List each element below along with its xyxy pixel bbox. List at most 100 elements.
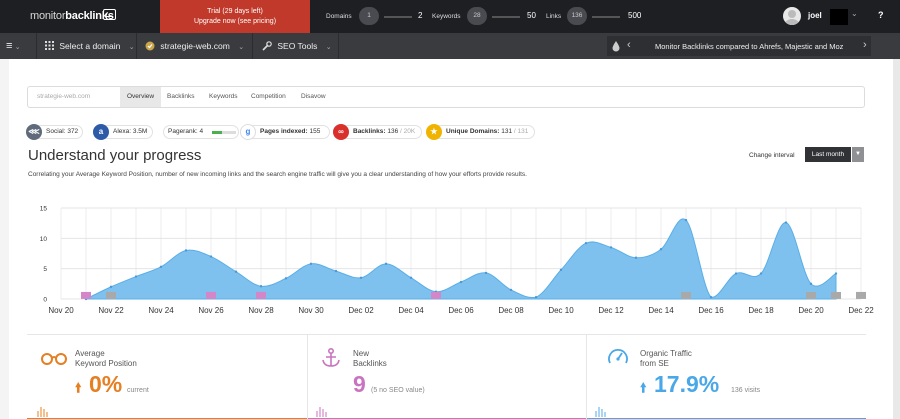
- new-backlinks-label: New Backlinks: [353, 349, 387, 368]
- chevron-down-icon[interactable]: ⌄: [851, 9, 858, 18]
- backlink-marker: [856, 291, 866, 299]
- data-point: [709, 295, 713, 299]
- y-tick-label: 10: [40, 236, 48, 243]
- organic-traffic-note: 136 visits: [731, 387, 761, 394]
- bar-graph-icon: [37, 407, 48, 417]
- keyword-position-label: Average Keyword Position: [75, 349, 137, 368]
- backlink-marker: [806, 291, 816, 299]
- trial-upgrade-banner[interactable]: Trial (29 days left) Upgrade now (see pr…: [160, 0, 310, 33]
- data-point: [309, 262, 313, 266]
- data-point: [159, 265, 163, 269]
- user-avatar[interactable]: [783, 7, 801, 25]
- promo-text[interactable]: Monitor Backlinks compared to Ahrefs, Ma…: [655, 42, 843, 51]
- promo-carousel[interactable]: ‹ Monitor Backlinks compared to Ahrefs, …: [607, 36, 871, 56]
- links-count: 136: [567, 7, 587, 25]
- domains-max: 2: [418, 11, 423, 20]
- nav-divider: [338, 33, 339, 59]
- domains-count: 1: [359, 7, 379, 25]
- x-tick-label: Dec 14: [648, 306, 674, 315]
- organic-traffic-label: Organic Traffic from SE: [640, 349, 692, 368]
- seo-tools-dropdown[interactable]: SEO Tools ⌄: [262, 33, 332, 59]
- username[interactable]: joel: [808, 11, 822, 20]
- y-tick-label: 0: [43, 297, 47, 304]
- keywords-label: Keywords: [432, 13, 461, 20]
- chevron-right-icon[interactable]: ›: [863, 39, 867, 51]
- backlink-marker: [431, 291, 441, 299]
- chevron-down-icon: ⌄: [238, 44, 245, 51]
- domain-badge-icon: [145, 41, 155, 51]
- data-point: [259, 285, 263, 288]
- data-point: [809, 282, 813, 286]
- navigation-bar: ≡ ⌄ Select a domain ⌄ strategie-web.com …: [0, 33, 900, 59]
- select-domain-dropdown[interactable]: Select a domain ⌄: [45, 33, 135, 59]
- data-point: [834, 272, 838, 275]
- chevron-down-icon: ⌄: [14, 44, 21, 51]
- data-point: [684, 218, 688, 222]
- hamburger-icon: ≡: [6, 40, 13, 52]
- username-redaction: [830, 9, 848, 25]
- x-tick-label: Dec 20: [798, 306, 824, 315]
- main-content: strategie-web.com Overview Backlinks Key…: [9, 59, 893, 419]
- bar-graph-icon: [595, 407, 606, 417]
- x-tick-label: Nov 24: [148, 306, 174, 315]
- backlink-marker: [256, 291, 266, 299]
- data-point: [234, 270, 238, 273]
- nav-divider: [136, 33, 137, 59]
- data-point: [209, 255, 213, 258]
- data-point: [359, 276, 363, 279]
- data-point: [509, 288, 513, 292]
- backlink-marker: [681, 291, 691, 299]
- keywords-usage-bar: [492, 16, 520, 18]
- arrow-up-icon: 🠙: [640, 380, 647, 395]
- select-domain-label: Select a domain: [59, 41, 121, 51]
- new-backlinks-card: New Backlinks 9 (5 no SEO value): [308, 335, 586, 419]
- data-point: [659, 248, 663, 251]
- data-point: [284, 277, 288, 280]
- data-point: [459, 280, 463, 284]
- links-max: 500: [628, 11, 642, 20]
- x-tick-label: Nov 30: [298, 306, 324, 315]
- data-point: [134, 275, 138, 278]
- glasses-icon: [41, 353, 67, 365]
- data-point: [584, 241, 588, 245]
- current-domain-label: strategie-web.com: [160, 41, 230, 51]
- wrench-icon: [262, 41, 272, 51]
- organic-traffic-value: 17.9%: [654, 371, 720, 397]
- data-point: [109, 285, 113, 289]
- x-tick-label: Nov 28: [248, 306, 274, 315]
- monitor-chart-icon: [103, 9, 116, 20]
- data-point: [634, 256, 638, 259]
- top-bar: monitorbacklinks Trial (29 days left) Up…: [0, 0, 900, 33]
- logo[interactable]: monitorbacklinks: [30, 10, 114, 22]
- new-backlinks-value: 9: [353, 371, 366, 397]
- x-tick-label: Dec 16: [698, 306, 724, 315]
- bar-graph-icon: [316, 407, 327, 417]
- x-tick-label: Nov 22: [98, 306, 124, 315]
- y-tick-label: 15: [40, 206, 48, 213]
- current-domain-dropdown[interactable]: strategie-web.com ⌄: [145, 33, 244, 59]
- chevron-left-icon[interactable]: ‹: [627, 39, 631, 51]
- data-point: [184, 249, 188, 252]
- drop-icon: [612, 41, 620, 52]
- menu-button[interactable]: ≡ ⌄: [6, 33, 21, 59]
- keyword-position-card: Average Keyword Position 🠙 0% current: [27, 335, 307, 419]
- trial-days-text: Trial (29 days left): [207, 8, 263, 15]
- links-usage-bar: [592, 16, 620, 18]
- x-tick-label: Dec 08: [498, 306, 524, 315]
- scrollbar[interactable]: [893, 59, 900, 419]
- speedometer-icon: [608, 349, 628, 364]
- keywords-count: 28: [467, 7, 487, 25]
- data-point: [484, 271, 488, 275]
- x-tick-label: Dec 04: [398, 306, 424, 315]
- data-point: [409, 276, 413, 279]
- data-point: [559, 268, 563, 272]
- x-tick-label: Nov 20: [48, 306, 74, 315]
- help-button[interactable]: ?: [878, 10, 884, 20]
- grid-icon: [45, 41, 54, 50]
- nav-divider: [36, 33, 37, 59]
- data-point: [759, 272, 763, 275]
- upgrade-link[interactable]: Upgrade now (see pricing): [160, 17, 310, 27]
- data-point: [734, 272, 738, 275]
- x-tick-label: Dec 10: [548, 306, 574, 315]
- data-point: [609, 246, 613, 249]
